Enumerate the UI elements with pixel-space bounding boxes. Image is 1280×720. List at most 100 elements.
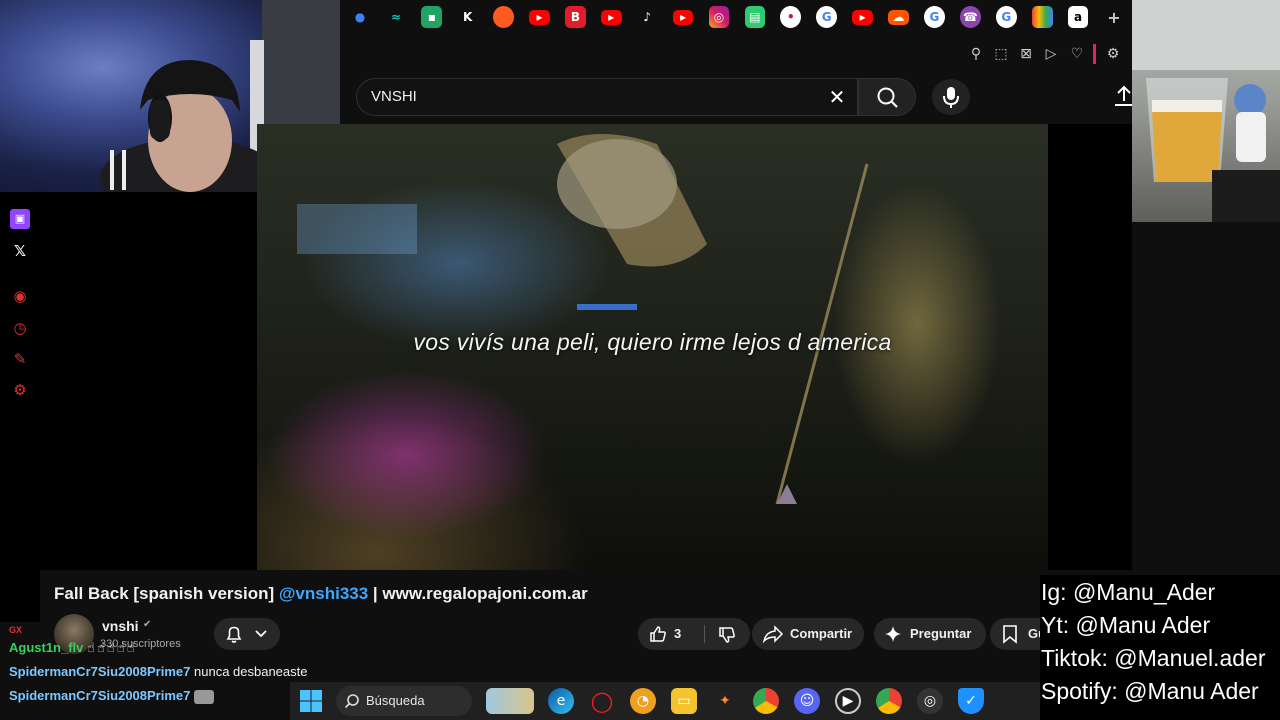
bookmark-green-icon[interactable]: ▪ [421, 6, 443, 28]
add-tab-icon[interactable]: + [1104, 6, 1125, 28]
windows-taskbar: Búsqueda e ◯ ◔ ▭ ✦ ☺ ▶ ◎ ✓ [290, 682, 1042, 720]
social-instagram: Ig: @Manu_Ader [1041, 579, 1216, 605]
chat-message: nunca desbaneaste [194, 664, 308, 679]
like-button[interactable]: 3 [638, 618, 704, 650]
bookmark-red-b-icon[interactable]: B [565, 6, 586, 28]
twitch-icon: ▣ [10, 209, 30, 229]
cat-emote-icon [194, 689, 214, 704]
settings-icon: ⚙ [13, 381, 27, 399]
beer-cam-overlay [1132, 0, 1280, 222]
share-label: Compartir [790, 626, 853, 641]
obs-icon[interactable]: ◎ [917, 688, 943, 714]
screenshot-icon[interactable]: ⬚ [991, 44, 1011, 64]
taskbar-search[interactable]: Búsqueda [336, 686, 472, 716]
clear-search-icon[interactable]: ✕ [825, 85, 849, 109]
bookmark-amazon-icon[interactable]: a [1067, 6, 1089, 28]
edge-icon[interactable]: e [548, 688, 574, 714]
bookmark-white-icon[interactable]: • [780, 6, 802, 28]
windows-start-icon[interactable] [298, 688, 324, 714]
search-button[interactable] [858, 78, 916, 116]
chat-username: SpidermanCr7Siu2008Prime7 [9, 664, 191, 679]
bookmark-orange-icon[interactable] [493, 6, 514, 28]
bookmark-kick-icon[interactable]: K [457, 6, 478, 28]
socials-overlay: Ig: @Manu_Ader Yt: @Manu Ader Tiktok: @M… [1040, 575, 1280, 720]
youtube-icon: ◉ [13, 287, 27, 305]
search-highlight-image[interactable] [486, 688, 534, 714]
search-icon [344, 694, 359, 709]
search-input[interactable]: VNSHI [371, 88, 417, 105]
bookmark-google-icon[interactable]: G [995, 6, 1017, 28]
chat-line: SpidermanCr7Siu2008Prime7 [9, 688, 214, 704]
microphone-icon [943, 87, 959, 108]
bookmark-multicolor-icon[interactable] [1031, 6, 1053, 28]
search-box[interactable]: VNSHI ✕ [356, 78, 858, 116]
video-title: Fall Back [spanish version] @vnshi333 | … [54, 584, 588, 604]
x-logo-icon: 𝕏 [13, 242, 27, 260]
ask-label: Preguntar [910, 626, 972, 641]
bookmark-google-icon[interactable]: G [816, 6, 838, 28]
like-dislike-group: 3 [638, 618, 750, 650]
like-count: 3 [674, 626, 682, 641]
file-explorer-icon[interactable]: ▭ [671, 688, 697, 714]
media-player-icon[interactable]: ▶ [835, 688, 861, 714]
share-button[interactable]: Compartir [752, 618, 864, 650]
dislike-button[interactable] [705, 618, 750, 650]
bookmark-soundcloud-icon[interactable]: ☁ [888, 9, 909, 25]
app-yellow-icon[interactable]: ◔ [630, 688, 656, 714]
voice-search-button[interactable] [932, 79, 970, 115]
puzzle-icon: ✎ [13, 350, 27, 368]
bookmarks-bar: ● ≈ ▪ K ▸ B ▸ ♪ ▸ ◎ ▤ • G ▸ ☁ G ☎ G a + [342, 0, 1132, 34]
shield-icon[interactable]: ⊠ [1016, 44, 1036, 64]
bookmark-icon [1003, 625, 1017, 644]
social-spotify: Spotify: @Manu Ader [1041, 678, 1259, 704]
bookmark-purple-icon[interactable]: ☎ [960, 6, 981, 28]
bookmark-google-icon[interactable]: G [924, 6, 945, 28]
heart-icon[interactable]: ♡ [1067, 44, 1087, 64]
chat-line: Agust1n_flv ☝☝☝☝☝ [9, 640, 137, 656]
title-text: Fall Back [spanish version] [54, 584, 279, 603]
search-icon [877, 87, 898, 108]
share-icon [762, 625, 784, 644]
bookmark-teal-icon[interactable]: ≈ [386, 6, 407, 28]
channel-mention-link[interactable]: @vnshi333 [279, 584, 368, 603]
player-letterbox-left [40, 192, 257, 570]
bookmark-youtube-icon[interactable]: ▸ [529, 9, 550, 25]
chrome-profile-icon[interactable] [876, 688, 902, 714]
chat-badge-icon: GX [9, 625, 23, 635]
fl-studio-icon[interactable]: ✦ [712, 688, 738, 714]
bookmark-tiktok-icon[interactable]: ♪ [637, 6, 658, 28]
bookmark-blue-icon[interactable]: ● [350, 6, 371, 28]
social-sidebar: ▣ 𝕏 ◉ ◷ ✎ ⚙ [0, 192, 40, 622]
player-letterbox-right [1048, 124, 1132, 570]
title-url-text: | www.regalopajoni.com.ar [368, 584, 588, 603]
discord-icon[interactable]: ☺ [794, 688, 820, 714]
bookmark-youtube-icon[interactable]: ▸ [600, 9, 622, 25]
taskbar-search-label: Búsqueda [366, 693, 425, 708]
chat-emotes: ☝☝☝☝☝ [87, 640, 137, 655]
defender-icon[interactable]: ✓ [958, 688, 984, 714]
browser-toolbar: ⚲ ⬚ ⊠ ▷ ♡ ⚙ [342, 34, 1132, 74]
stream-chat: GX Agust1n_flv ☝☝☝☝☝ SpidermanCr7Siu2008… [0, 622, 340, 712]
opera-gx-icon[interactable]: ◯ [589, 688, 615, 714]
video-subtitle: vos vivís una peli, quiero irme lejos d … [413, 329, 892, 355]
social-youtube: Yt: @Manu Ader [1041, 612, 1211, 638]
toolbar-divider [1093, 44, 1096, 64]
bookmark-instagram-icon[interactable]: ◎ [708, 6, 730, 28]
sparkle-icon [885, 626, 901, 642]
extension-icon[interactable]: ⚙ [1103, 44, 1123, 64]
chrome-icon[interactable] [753, 688, 779, 714]
bookmark-green-icon[interactable]: ▤ [744, 6, 766, 28]
thumbs-up-icon [650, 626, 666, 642]
chat-username: Agust1n_flv [9, 640, 84, 655]
play-icon[interactable]: ▷ [1041, 44, 1061, 64]
pin-icon[interactable]: ⚲ [966, 44, 986, 64]
video-player[interactable]: vos vivís una peli, quiero irme lejos d … [257, 124, 1048, 570]
chat-line: SpidermanCr7Siu2008Prime7 nunca desbanea… [9, 664, 307, 679]
clock-icon: ◷ [13, 319, 27, 337]
bookmark-youtube-icon[interactable]: ▸ [672, 9, 694, 25]
social-tiktok: Tiktok: @Manuel.ader [1041, 645, 1266, 671]
bookmark-youtube-icon[interactable]: ▸ [852, 9, 873, 25]
ask-button[interactable]: Preguntar [874, 618, 986, 650]
thumbs-down-icon [719, 627, 735, 643]
chat-username: SpidermanCr7Siu2008Prime7 [9, 688, 191, 703]
